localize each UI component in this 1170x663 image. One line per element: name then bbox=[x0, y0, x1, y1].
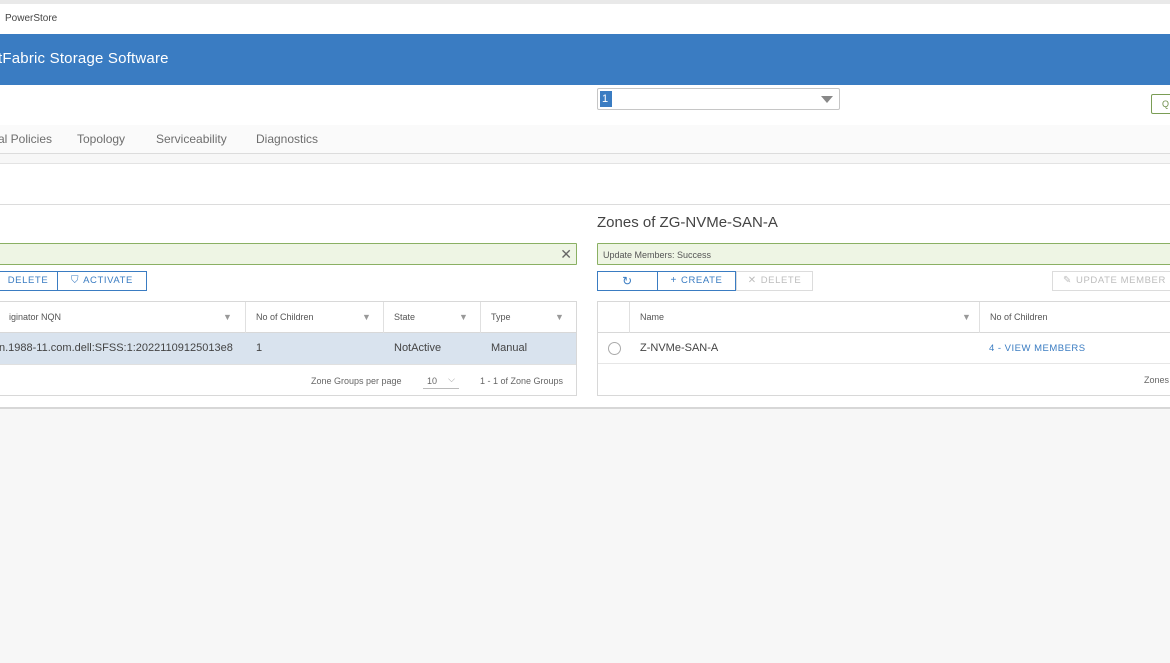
chevron-down-icon bbox=[821, 96, 833, 103]
column-label: Type bbox=[491, 312, 511, 322]
content-band bbox=[0, 163, 1170, 205]
delete-zone-button[interactable]: ✕ DELETE bbox=[736, 271, 813, 291]
selector-row: 1 Q bbox=[0, 85, 1170, 125]
chevron-down-icon: ⌵ bbox=[448, 374, 455, 384]
zone-groups-table: iginator NQN ▼ No of Children ▼ State ▼ … bbox=[0, 301, 577, 396]
app-title: tFabric Storage Software bbox=[0, 50, 169, 67]
zones-table: Name ▼ No of Children Z-NVMe-SAN-A 4 - V… bbox=[597, 301, 1170, 396]
table-row[interactable]: Z-NVMe-SAN-A 4 - VIEW MEMBERS bbox=[598, 333, 1170, 364]
cell-children: 4 - VIEW MEMBERS bbox=[989, 333, 1086, 364]
cell-type: Manual bbox=[491, 342, 528, 354]
activate-button-label: ACTIVATE bbox=[83, 275, 133, 286]
column-header-type[interactable]: Type ▼ bbox=[480, 302, 576, 333]
zones-title: Zones of ZG-NVMe-SAN-A bbox=[597, 214, 778, 231]
delete-button-label: DELETE bbox=[7, 275, 49, 286]
tab-topology[interactable]: Topology bbox=[77, 132, 125, 146]
filter-icon[interactable]: ▼ bbox=[362, 302, 371, 333]
right-alert-text: Update Members: Success bbox=[603, 250, 712, 260]
column-header-name[interactable]: Name ▼ bbox=[629, 302, 979, 333]
top-right-action-button[interactable]: Q bbox=[1151, 94, 1170, 114]
column-label: iginator NQN bbox=[9, 312, 62, 322]
cell-children: 1 bbox=[256, 342, 263, 354]
left-alert: ✕ bbox=[0, 243, 577, 265]
children-count: 4 - bbox=[989, 343, 1002, 354]
create-button[interactable]: + CREATE bbox=[657, 271, 736, 291]
view-members-link[interactable]: VIEW MEMBERS bbox=[1005, 343, 1086, 354]
per-page-label: Zone Groups per page bbox=[311, 376, 402, 386]
column-header-children[interactable]: No of Children ▼ bbox=[245, 302, 383, 333]
delete-zone-group-button[interactable]: DELETE bbox=[0, 271, 58, 291]
tab-serviceability[interactable]: Serviceability bbox=[156, 132, 227, 146]
activate-button[interactable]: ⛉ ACTIVATE bbox=[57, 271, 147, 291]
table-footer: Zone Groups per page 10 ⌵ 1 - 1 of Zone … bbox=[0, 364, 576, 395]
filter-icon[interactable]: ▼ bbox=[223, 302, 232, 333]
tab-global-policies[interactable]: al Policies bbox=[0, 132, 52, 146]
per-page-select[interactable]: 10 ⌵ bbox=[423, 372, 459, 389]
plus-icon: + bbox=[670, 275, 677, 286]
fabric-select-value: 1 bbox=[600, 91, 612, 107]
create-button-label: CREATE bbox=[681, 275, 723, 286]
update-members-button[interactable]: ✎ UPDATE MEMBER bbox=[1052, 271, 1170, 291]
cell-state: NotActive bbox=[394, 342, 442, 354]
per-page-value: 10 bbox=[427, 376, 438, 386]
table-footer: Zones bbox=[598, 364, 1170, 395]
update-members-label: UPDATE MEMBER bbox=[1075, 275, 1166, 286]
table-header: iginator NQN ▼ No of Children ▼ State ▼ … bbox=[0, 302, 576, 333]
nav-tabs: al Policies Topology Serviceability Diag… bbox=[0, 125, 1170, 154]
cell-name: Z-NVMe-SAN-A bbox=[640, 342, 719, 354]
zones-footer-text: Zones bbox=[1144, 375, 1170, 385]
column-label: Name bbox=[640, 312, 665, 322]
column-label: No of Children bbox=[990, 312, 1048, 322]
browser-tab[interactable]: PowerStore bbox=[0, 4, 1170, 34]
refresh-icon: ↻ bbox=[622, 274, 633, 288]
delete-zone-label: DELETE bbox=[760, 275, 802, 286]
zone-panel: ✕ DELETE ⛉ ACTIVATE iginator NQN ▼ No of … bbox=[0, 205, 1170, 409]
table-row[interactable]: n.1988-11.com.dell:SFSS:1:20221109125013… bbox=[0, 333, 576, 364]
cell-nqn: n.1988-11.com.dell:SFSS:1:20221109125013… bbox=[0, 342, 233, 354]
shield-check-icon: ⛉ bbox=[71, 275, 80, 286]
browser-tab-title: PowerStore bbox=[5, 13, 58, 24]
column-label: No of Children bbox=[256, 312, 314, 322]
app-header: tFabric Storage Software bbox=[0, 34, 1170, 85]
table-header: Name ▼ No of Children bbox=[598, 302, 1170, 333]
column-label: State bbox=[394, 312, 416, 322]
tab-diagnostics[interactable]: Diagnostics bbox=[256, 132, 318, 146]
filter-icon[interactable]: ▼ bbox=[555, 302, 564, 333]
pencil-icon: ✎ bbox=[1063, 275, 1072, 286]
pagination-range: 1 - 1 of Zone Groups bbox=[480, 376, 564, 386]
column-header-state[interactable]: State ▼ bbox=[383, 302, 480, 333]
filter-icon[interactable]: ▼ bbox=[962, 302, 971, 333]
row-radio[interactable] bbox=[608, 342, 621, 355]
column-header-children[interactable]: No of Children bbox=[979, 302, 1170, 333]
refresh-button[interactable]: ↻ bbox=[597, 271, 658, 291]
close-icon: ✕ bbox=[747, 275, 757, 286]
right-alert: Update Members: Success bbox=[597, 243, 1170, 265]
fabric-select[interactable]: 1 bbox=[597, 88, 840, 110]
close-icon[interactable]: ✕ bbox=[560, 246, 572, 262]
column-header-nqn[interactable]: iginator NQN ▼ bbox=[0, 302, 245, 333]
filter-icon[interactable]: ▼ bbox=[459, 302, 468, 333]
